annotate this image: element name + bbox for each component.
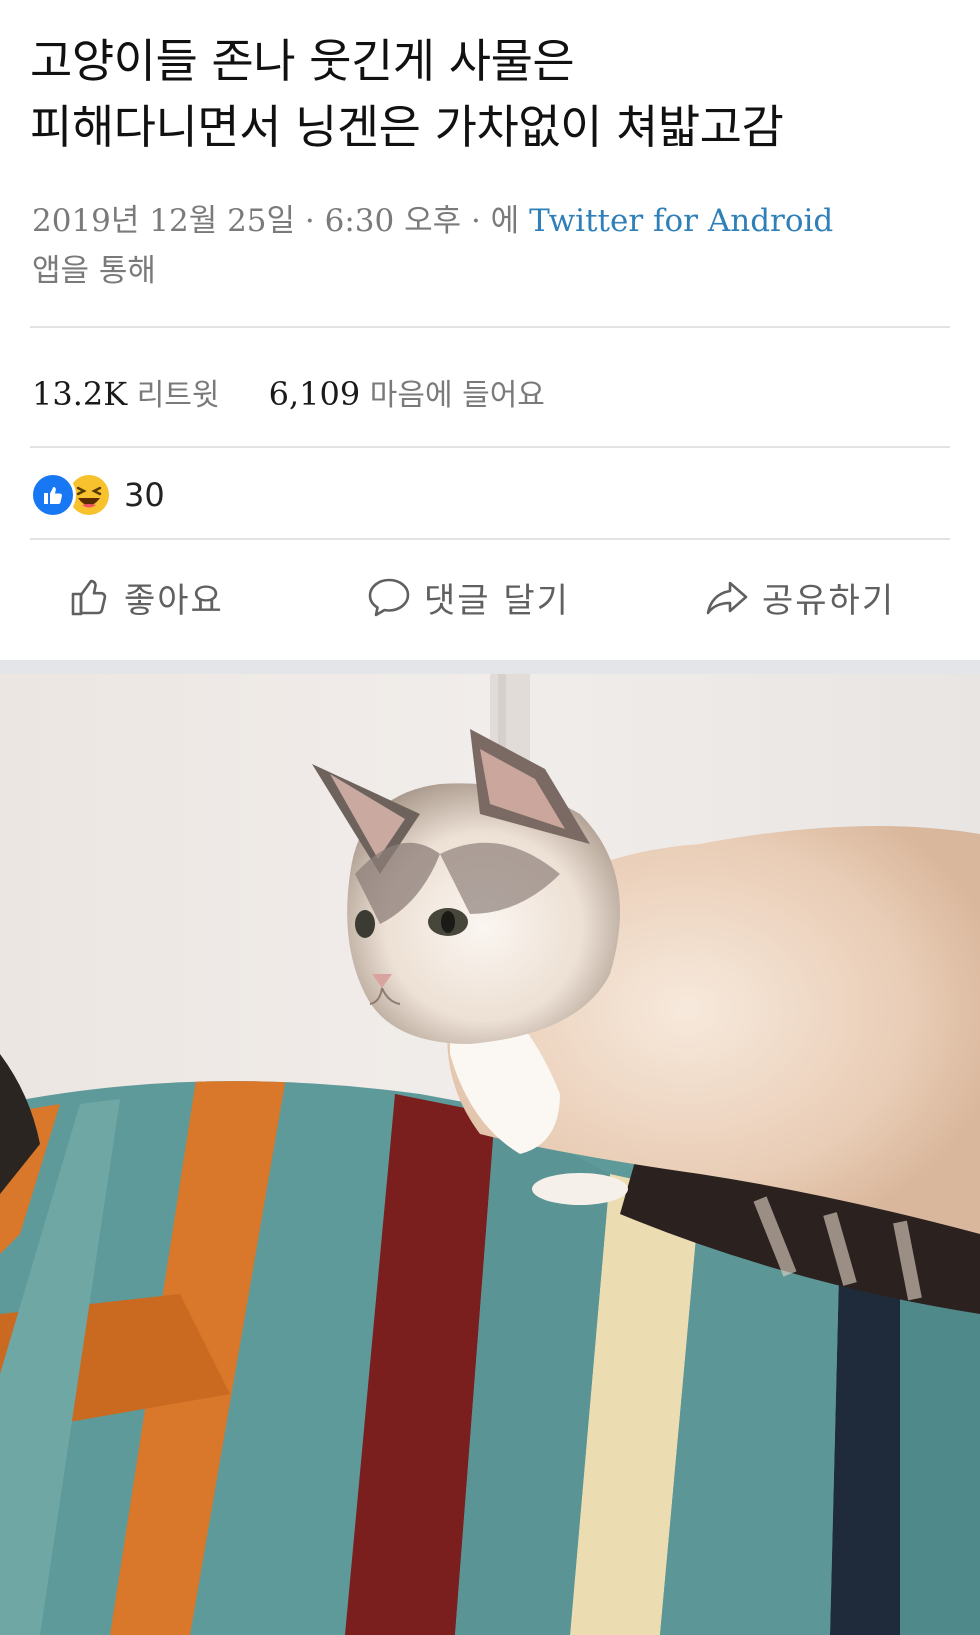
retweet-label[interactable]: 리트윗 <box>137 378 220 413</box>
tweet-card: 고양이들 존나 웃긴게 사물은 피해다니면서 닝겐은 가차없이 쳐밟고감 201… <box>0 0 980 328</box>
tweet-timestamp: 2019년 12월 25일 · 6:30 오후 · 에 <box>32 203 520 239</box>
divider <box>30 538 950 540</box>
cat-on-blanket-image <box>0 674 980 1635</box>
share-button-label: 공유하기 <box>762 580 896 621</box>
divider <box>30 446 950 448</box>
tweet-meta: 2019년 12월 25일 · 6:30 오후 · 에 Twitter for … <box>32 196 932 296</box>
reaction-count[interactable]: 30 <box>124 476 165 514</box>
comment-button[interactable]: 댓글 달기 <box>366 562 570 632</box>
tweet-text-line-1: 고양이들 존나 웃긴게 사물은 <box>30 34 575 88</box>
like-label[interactable]: 마음에 들어요 <box>370 378 545 413</box>
reaction-summary[interactable]: 30 <box>30 470 165 520</box>
tweet-stats: 13.2K 리트윗 6,109 마음에 들어요 <box>32 370 545 414</box>
share-button[interactable]: 공유하기 <box>704 562 895 632</box>
cat-photo[interactable] <box>0 674 980 1635</box>
section-separator <box>0 660 980 674</box>
tweet-text-line-2: 피해다니면서 닝겐은 가차없이 쳐밟고감 <box>30 100 784 154</box>
tweet-client-link[interactable]: Twitter for Android <box>529 203 833 239</box>
like-button[interactable]: 좋아요 <box>68 562 224 632</box>
like-count[interactable]: 6,109 <box>269 375 361 413</box>
thumbs-up-icon <box>71 579 107 616</box>
like-button-label: 좋아요 <box>124 580 224 621</box>
share-arrow-icon <box>706 581 748 615</box>
tweet-client-suffix: 앱을 통해 <box>32 253 156 289</box>
like-reaction-icon <box>30 472 76 518</box>
comment-bubble-icon <box>368 578 410 617</box>
comment-button-label: 댓글 달기 <box>424 580 570 621</box>
retweet-count[interactable]: 13.2K <box>32 375 127 413</box>
tweet-text: 고양이들 존나 웃긴게 사물은 피해다니면서 닝겐은 가차없이 쳐밟고감 <box>30 28 960 160</box>
action-bar: 좋아요 댓글 달기 공유하기 <box>0 562 980 632</box>
divider <box>30 326 950 328</box>
